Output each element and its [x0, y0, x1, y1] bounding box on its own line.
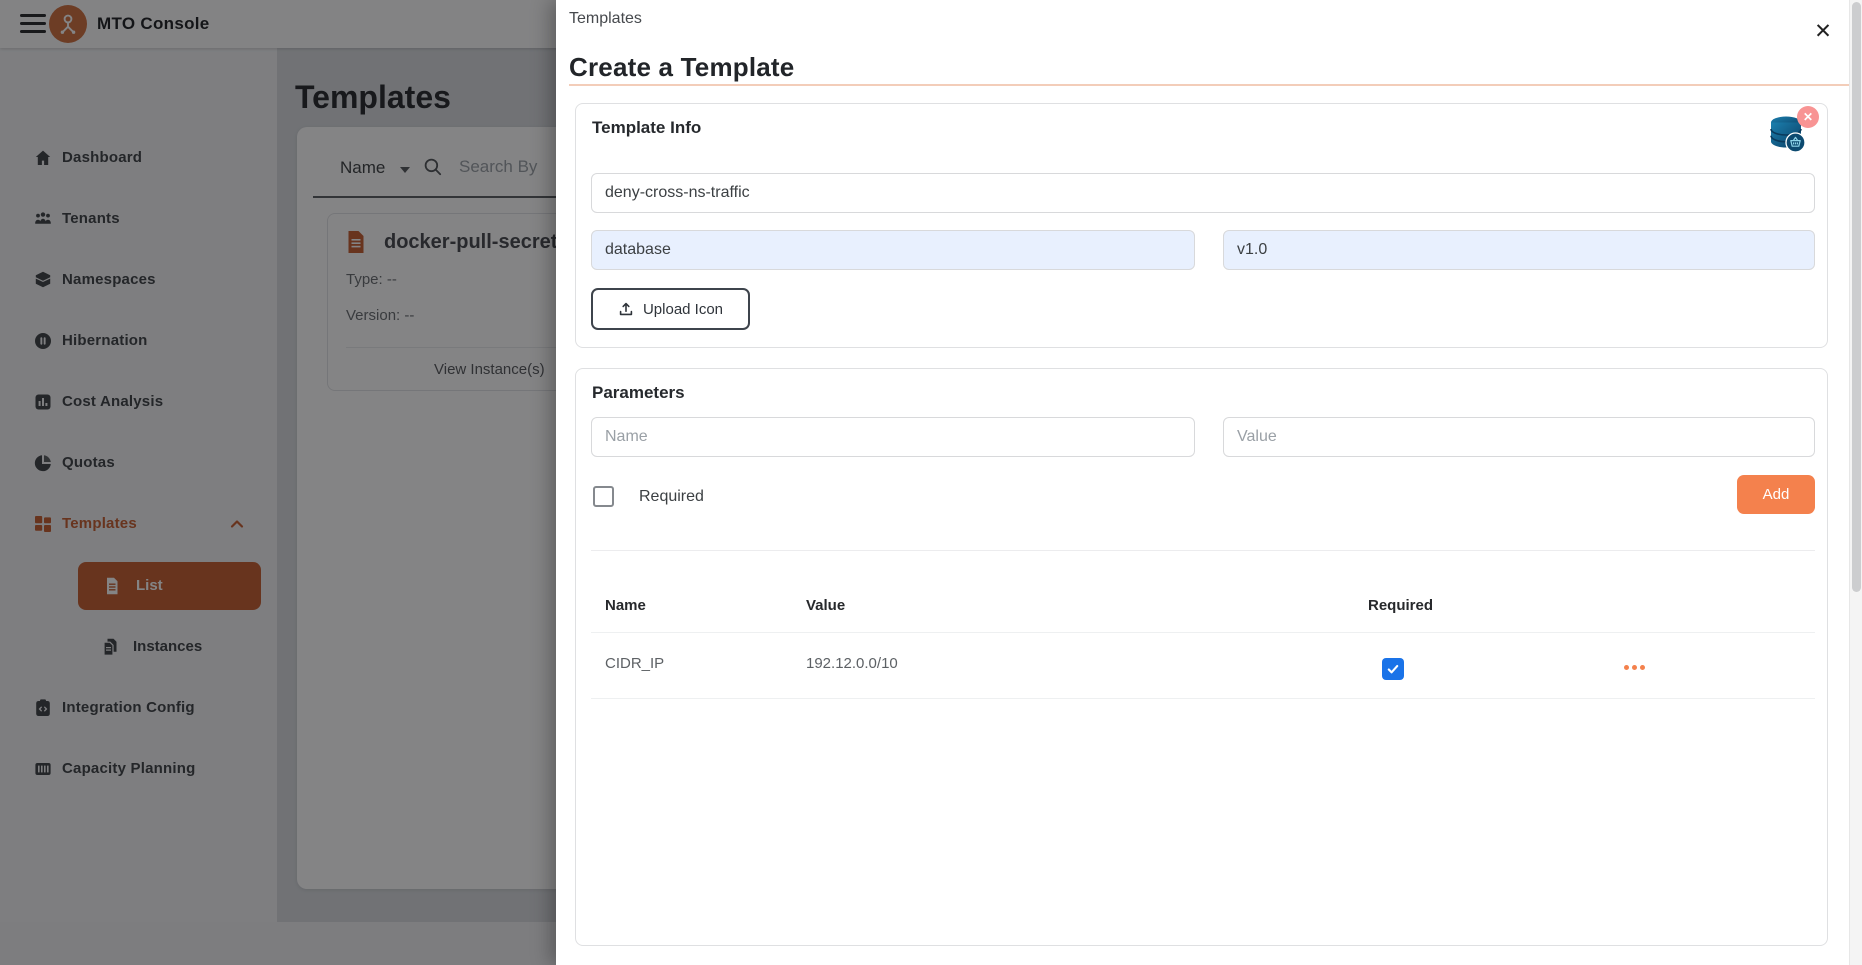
- template-name-input[interactable]: [591, 173, 1815, 213]
- required-label: Required: [639, 488, 704, 506]
- cell-name: CIDR_IP: [605, 655, 664, 672]
- parameters-section: Parameters Required Add Name Value Requi…: [575, 368, 1828, 946]
- database-template-icon: ✕: [1765, 111, 1815, 159]
- cell-value: 192.12.0.0/10: [806, 655, 898, 672]
- template-type-input[interactable]: [591, 230, 1195, 270]
- header-divider: [569, 84, 1850, 86]
- drawer-scrollbar[interactable]: [1849, 0, 1862, 965]
- upload-icon: [618, 301, 634, 317]
- close-icon[interactable]: ✕: [1806, 14, 1840, 48]
- section-heading: Parameters: [592, 383, 685, 403]
- template-info-section: Template Info ✕: [575, 103, 1828, 348]
- section-heading: Template Info: [592, 118, 701, 138]
- drawer-scrollbar-thumb[interactable]: [1852, 2, 1861, 592]
- column-header-value: Value: [806, 597, 845, 614]
- row-menu-icon[interactable]: [1624, 665, 1645, 670]
- create-template-drawer: Templates Create a Template ✕ Template I…: [556, 0, 1862, 965]
- parameter-value-input[interactable]: [1223, 417, 1815, 457]
- template-version-input[interactable]: [1223, 230, 1815, 270]
- column-header-required: Required: [1368, 597, 1433, 614]
- column-header-name: Name: [605, 597, 646, 614]
- drawer-title: Create a Template: [569, 52, 794, 83]
- remove-icon-button[interactable]: ✕: [1797, 106, 1819, 128]
- row-divider: [591, 698, 1815, 699]
- upload-button-label: Upload Icon: [643, 301, 723, 318]
- row-divider: [591, 632, 1815, 633]
- app-root: MTO Console Dashboard Tenants: [0, 0, 1862, 965]
- section-divider: [591, 550, 1815, 551]
- breadcrumb: Templates: [569, 10, 642, 28]
- upload-icon-button[interactable]: Upload Icon: [591, 288, 750, 330]
- row-required-checkbox[interactable]: [1382, 658, 1404, 680]
- add-parameter-button[interactable]: Add: [1737, 475, 1815, 514]
- required-checkbox[interactable]: [593, 486, 614, 507]
- parameter-name-input[interactable]: [591, 417, 1195, 457]
